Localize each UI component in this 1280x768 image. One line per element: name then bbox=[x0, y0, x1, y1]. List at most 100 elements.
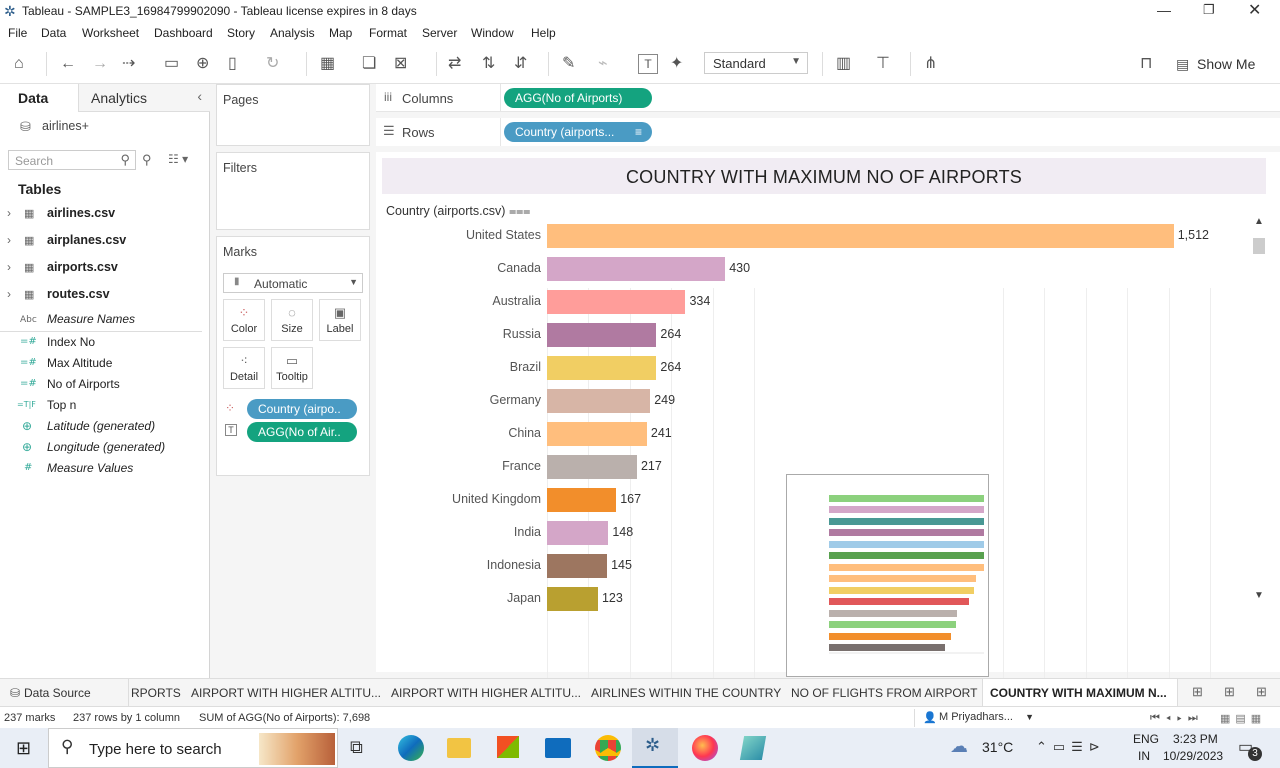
menu-window[interactable]: Window bbox=[471, 26, 514, 40]
bar[interactable] bbox=[547, 224, 1174, 248]
columns-shelf[interactable]: iii Columns AGG(No of Airports) bbox=[376, 84, 1280, 112]
show-me-icon[interactable]: ▤ bbox=[1176, 54, 1189, 74]
user-menu[interactable]: 👤 M Priyadhars... ▼ bbox=[914, 709, 1040, 727]
menu-worksheet[interactable]: Worksheet bbox=[82, 26, 139, 40]
home-icon[interactable]: ⌂ bbox=[14, 54, 24, 74]
attach-icon[interactable]: ⌁ bbox=[598, 54, 608, 74]
expand-icon[interactable]: › bbox=[7, 233, 11, 247]
color-button[interactable]: ⁘ Color bbox=[223, 299, 265, 341]
bar[interactable] bbox=[547, 290, 686, 314]
collapse-icon[interactable]: ‹ bbox=[197, 88, 202, 104]
search-input[interactable]: Search ⚲ bbox=[8, 150, 136, 170]
edge-icon[interactable] bbox=[398, 735, 424, 761]
redo-icon[interactable]: → bbox=[92, 54, 108, 74]
pages-card[interactable]: Pages bbox=[216, 84, 370, 146]
swap-icon[interactable]: ⇄ bbox=[448, 54, 461, 74]
new-story-tab-icon[interactable]: ⊞ bbox=[1256, 684, 1267, 700]
tab-data-source[interactable]: Data Source bbox=[24, 686, 91, 700]
bar[interactable] bbox=[547, 356, 657, 380]
sort-ascending-icon[interactable]: ⇅ bbox=[482, 54, 495, 74]
menu-format[interactable]: Format bbox=[369, 26, 407, 40]
clear-sheet-icon[interactable]: ⊠ bbox=[394, 54, 407, 74]
app-icon[interactable] bbox=[739, 736, 767, 760]
field-no-of-airports[interactable]: =# No of Airports bbox=[0, 377, 202, 397]
new-dashboard-tab-icon[interactable]: ⊞ bbox=[1224, 684, 1235, 700]
field-max-altitude[interactable]: =# Max Altitude bbox=[0, 356, 202, 376]
task-view-icon[interactable]: ⧉ bbox=[350, 737, 363, 758]
highlight-icon[interactable]: ✎ bbox=[562, 54, 575, 74]
field-longitude[interactable]: ⊕ Longitude (generated) bbox=[0, 440, 202, 460]
presentation-icon[interactable]: ⊤ bbox=[876, 54, 890, 74]
menu-data[interactable]: Data bbox=[41, 26, 66, 40]
show-mark-labels-icon[interactable]: T bbox=[638, 54, 658, 74]
menu-map[interactable]: Map bbox=[329, 26, 352, 40]
bar[interactable] bbox=[547, 257, 726, 281]
new-worksheet-icon[interactable]: ▦ bbox=[320, 54, 335, 74]
expand-icon[interactable]: › bbox=[7, 287, 11, 301]
bar[interactable] bbox=[547, 455, 637, 479]
scroll-thumb[interactable] bbox=[1253, 238, 1265, 254]
columns-pill[interactable]: AGG(No of Airports) bbox=[504, 88, 652, 108]
tab-analytics[interactable]: Analytics ‹ bbox=[78, 84, 210, 112]
tab-data[interactable]: Data bbox=[0, 84, 78, 112]
datasource-name[interactable]: airlines+ bbox=[42, 119, 89, 133]
expand-icon[interactable]: › bbox=[7, 260, 11, 274]
duplicate-sheet-icon[interactable]: ❏ bbox=[362, 54, 376, 74]
pin-icon[interactable]: ✦ bbox=[670, 54, 683, 74]
tab-airport-altitude-1[interactable]: AIRPORT WITH HIGHER ALTITU... bbox=[191, 686, 381, 700]
taskbar-search[interactable]: ⚲ Type here to search bbox=[48, 728, 338, 768]
fit-select[interactable]: Standard ▼ bbox=[704, 52, 808, 74]
bar[interactable] bbox=[547, 554, 608, 578]
tab-airport-altitude-2[interactable]: AIRPORT WITH HIGHER ALTITU... bbox=[391, 686, 581, 700]
clock-date[interactable]: 10/29/2023 bbox=[1163, 749, 1223, 763]
menu-help[interactable]: Help bbox=[531, 26, 556, 40]
tooltip-button[interactable]: ▭ Tooltip bbox=[271, 347, 313, 389]
language-top[interactable]: ENG bbox=[1133, 732, 1159, 746]
field-measure-names[interactable]: Abc Measure Names bbox=[0, 312, 202, 332]
cards-icon[interactable]: ▥ bbox=[836, 54, 851, 74]
scroll-up-icon[interactable]: ▲ bbox=[1254, 216, 1264, 227]
language-bottom[interactable]: IN bbox=[1138, 749, 1150, 763]
save-icon[interactable]: ▭ bbox=[164, 54, 179, 74]
table-airports[interactable]: › ▦ airports.csv bbox=[0, 258, 210, 280]
menu-story[interactable]: Story bbox=[227, 26, 255, 40]
minimize-icon[interactable]: — bbox=[1157, 2, 1171, 18]
share-icon[interactable]: ⋔ bbox=[924, 54, 937, 74]
temperature[interactable]: 31°C bbox=[982, 739, 1013, 755]
tab-airlines-country[interactable]: AIRLINES WITHIN THE COUNTRY bbox=[591, 686, 781, 700]
size-button[interactable]: ◌ Size bbox=[271, 299, 313, 341]
bar[interactable] bbox=[547, 323, 657, 347]
label-button[interactable]: ▣ Label bbox=[319, 299, 361, 341]
bar[interactable] bbox=[547, 521, 609, 545]
bar[interactable] bbox=[547, 422, 647, 446]
close-icon[interactable]: ✕ bbox=[1248, 0, 1261, 20]
vertical-scrollbar[interactable]: ▲ ▼ bbox=[1252, 216, 1266, 602]
view-options-icon[interactable]: ☷ ▾ bbox=[168, 152, 188, 166]
new-worksheet-tab-icon[interactable]: ⊞ bbox=[1192, 684, 1203, 700]
field-measure-values[interactable]: # Measure Values bbox=[0, 461, 202, 481]
tab-country-max-airports[interactable]: COUNTRY WITH MAXIMUM N... bbox=[990, 686, 1167, 700]
field-index-no[interactable]: =# Index No bbox=[0, 335, 202, 355]
view-mode-icons[interactable]: ▦▤▦ bbox=[1220, 712, 1266, 725]
show-me-button[interactable]: Show Me bbox=[1197, 56, 1255, 72]
tab-flights-from-airport[interactable]: NO OF FLIGHTS FROM AIRPORT bbox=[791, 686, 977, 700]
tray-icons[interactable]: ⌃▭☰⊳ bbox=[1036, 739, 1106, 755]
bar[interactable] bbox=[547, 389, 651, 413]
detail-button[interactable]: ⁖ Detail bbox=[223, 347, 265, 389]
firefox-icon[interactable] bbox=[692, 735, 718, 761]
table-airlines[interactable]: › ▦ airlines.csv bbox=[0, 204, 210, 226]
label-field-pill[interactable]: AGG(No of Air.. bbox=[247, 422, 357, 442]
menu-dashboard[interactable]: Dashboard bbox=[154, 26, 213, 40]
pause-updates-icon[interactable]: ▯ bbox=[228, 54, 237, 74]
replay-icon[interactable]: ⇢ bbox=[122, 54, 135, 74]
refresh-icon[interactable]: ↻ bbox=[266, 54, 279, 74]
restore-icon[interactable]: ❐ bbox=[1203, 2, 1215, 18]
color-field-pill[interactable]: Country (airpo.. bbox=[247, 399, 357, 419]
tab-airports[interactable]: RPORTS bbox=[131, 686, 181, 700]
table-airplanes[interactable]: › ▦ airplanes.csv bbox=[0, 231, 210, 253]
rows-pill[interactable]: Country (airports... ≡ bbox=[504, 122, 652, 142]
expand-icon[interactable]: › bbox=[7, 206, 11, 220]
windows-start-icon[interactable]: ⊞ bbox=[16, 738, 31, 759]
mark-type-select[interactable]: ▮ Automatic ▼ bbox=[223, 273, 363, 293]
table-routes[interactable]: › ▦ routes.csv bbox=[0, 285, 210, 307]
